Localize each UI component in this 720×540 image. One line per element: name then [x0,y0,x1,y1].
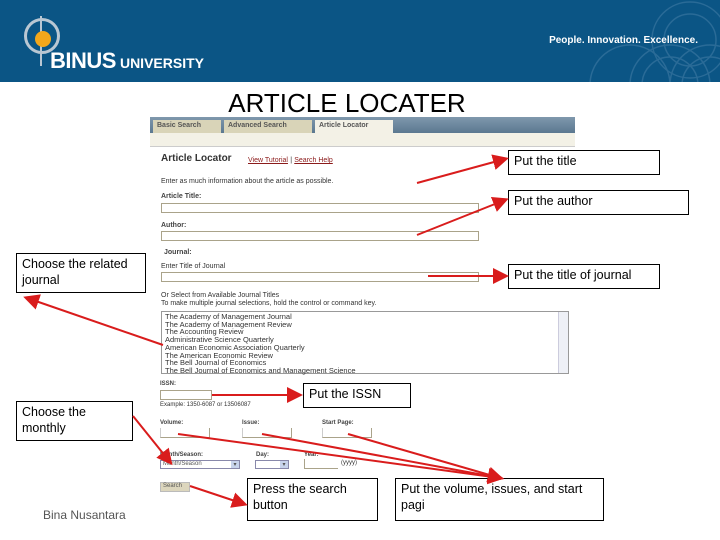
arrow-search [189,485,248,508]
arrow-title [416,154,509,184]
arrow-volume [177,433,504,485]
annotation-arrows [23,154,509,508]
arrow-start-page [347,433,504,483]
arrow-issue [261,433,504,484]
arrow-monthly [132,415,173,466]
arrow-author [416,197,509,236]
footer-text: Bina Nusantara [43,508,126,522]
arrow-related-journal [23,294,164,346]
